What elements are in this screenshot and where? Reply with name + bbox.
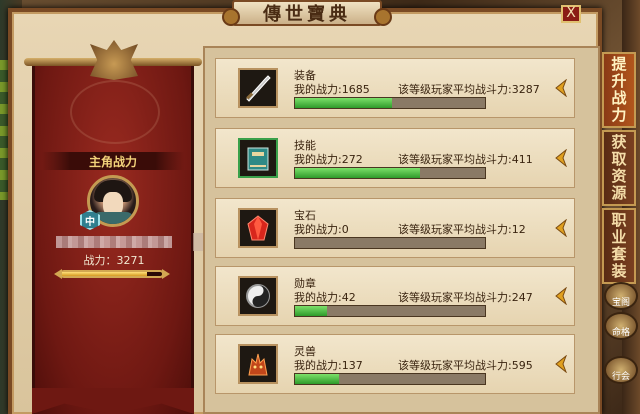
power-category-list[interactable]: 装备 我的战力:1685 该等级玩家平均战斗力:3287 技能 我的战力:272 该等级玩… bbox=[203, 46, 600, 414]
my-power-label: 我的战力:0 bbox=[294, 223, 349, 236]
power-category-row[interactable]: 技能 我的战力:272 该等级玩家平均战斗力:411 bbox=[215, 128, 575, 188]
player-name-blurred bbox=[56, 236, 172, 248]
dialog-title: 傳世寶典 bbox=[263, 4, 351, 25]
shortcut-destiny[interactable]: 命格 bbox=[604, 312, 638, 340]
chevron-left-icon[interactable] bbox=[554, 78, 568, 98]
tab-improve-power[interactable]: 提升战力 bbox=[602, 52, 636, 128]
chevron-left-icon[interactable] bbox=[554, 218, 568, 238]
power-progress-fill bbox=[295, 374, 339, 384]
hero-title-bar: 主角战力 bbox=[42, 152, 184, 170]
my-power-label: 我的战力:1685 bbox=[294, 83, 370, 96]
power-progress-fill bbox=[295, 306, 328, 316]
power-progress-bar bbox=[294, 167, 486, 179]
chevron-left-icon[interactable] bbox=[554, 354, 568, 374]
hero-power-bar bbox=[60, 270, 164, 278]
sword-icon bbox=[238, 68, 278, 108]
average-power-label: 该等级玩家平均战斗力:247 bbox=[398, 291, 533, 304]
skill-book-icon bbox=[238, 138, 278, 178]
hero-title: 主角战力 bbox=[88, 154, 137, 169]
my-power-label: 我的战力:137 bbox=[294, 359, 363, 372]
hero-power-bar-fill bbox=[62, 272, 147, 276]
power-progress-fill bbox=[295, 168, 421, 178]
hero-power-label: 战力：3271 bbox=[83, 254, 145, 267]
tab-get-resources[interactable]: 获取资源 bbox=[602, 130, 636, 206]
gem-icon bbox=[238, 208, 278, 248]
close-button[interactable]: X bbox=[561, 5, 581, 23]
power-category-row[interactable]: 装备 我的战力:1685 该等级玩家平均战斗力:3287 bbox=[215, 58, 575, 118]
power-category-row[interactable]: 灵兽 我的战力:137 该等级玩家平均战斗力:595 bbox=[215, 334, 575, 394]
power-progress-bar bbox=[294, 237, 486, 249]
chevron-left-icon[interactable] bbox=[554, 286, 568, 306]
power-category-row[interactable]: 勋章 我的战力:42 该等级玩家平均战斗力:247 bbox=[215, 266, 575, 326]
banner-ornament bbox=[70, 80, 160, 144]
dialog-title-plate: 傳世寶典 bbox=[222, 0, 392, 26]
my-power-label: 我的战力:272 bbox=[294, 153, 363, 166]
average-power-label: 该等级玩家平均战斗力:411 bbox=[398, 153, 533, 166]
power-progress-bar bbox=[294, 305, 486, 317]
average-power-label: 该等级玩家平均战斗力:12 bbox=[398, 223, 526, 236]
tab-class-suit[interactable]: 职业套装 bbox=[602, 208, 636, 284]
power-progress-bar bbox=[294, 373, 486, 385]
average-power-label: 该等级玩家平均战斗力:3287 bbox=[398, 83, 540, 96]
yinyang-medal-icon bbox=[238, 276, 278, 316]
power-progress-bar bbox=[294, 97, 486, 109]
average-power-label: 该等级玩家平均战斗力:595 bbox=[398, 359, 533, 372]
my-power-label: 我的战力:42 bbox=[294, 291, 356, 304]
power-progress-fill bbox=[295, 98, 392, 108]
shortcut-guild[interactable]: 行会 bbox=[604, 356, 638, 384]
power-category-row[interactable]: 宝石 我的战力:0 该等级玩家平均战斗力:12 bbox=[215, 198, 575, 258]
chevron-left-icon[interactable] bbox=[554, 148, 568, 168]
shortcut-treasure-pavilion[interactable]: 宝阁 bbox=[604, 282, 638, 310]
spirit-beast-icon bbox=[238, 344, 278, 384]
